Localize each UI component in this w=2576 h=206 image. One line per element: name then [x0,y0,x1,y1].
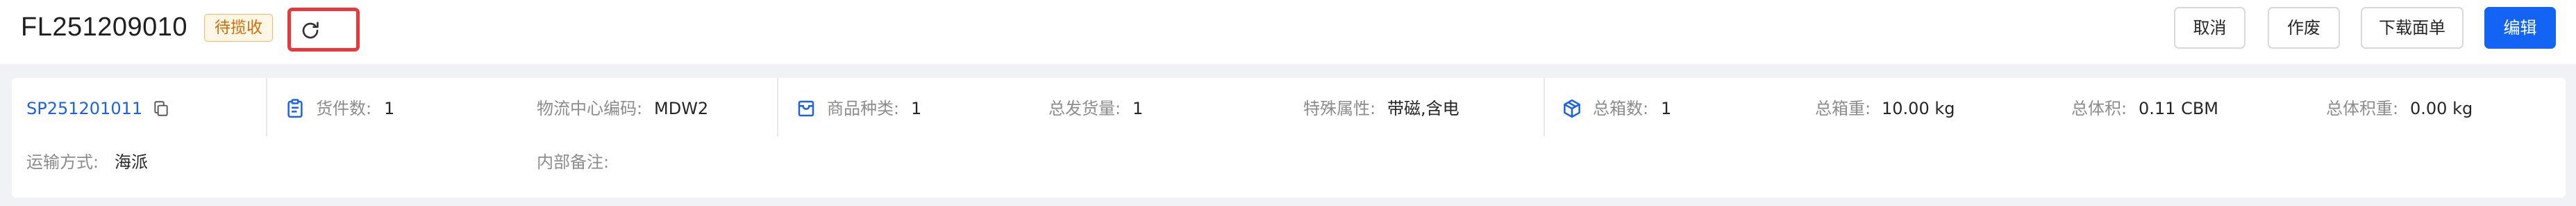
boxes-label: 总箱数: [1593,99,1649,118]
refresh-highlight-box [287,8,360,52]
download-label-button[interactable]: 下载面单 [2361,7,2464,49]
vol-weight-label: 总体积重: [2326,99,2399,118]
vol-weight-value: 0.00 kg [2410,99,2473,118]
clipboard-icon [287,99,303,118]
status-badge: 待揽收 [204,14,273,42]
sku-types-value: 1 [911,99,922,118]
total-qty-label: 总发货量: [1048,99,1121,118]
divider [1544,78,1545,136]
volume-label: 总体积: [2071,99,2127,118]
box-weight-value: 10.00 kg [1882,99,1955,118]
page-header: FL251209010 待揽收 取消 作废 下载面单 编辑 [0,0,2576,64]
box-weight-label: 总箱重: [1815,99,1871,118]
void-button[interactable]: 作废 [2268,7,2340,49]
order-number-title: FL251209010 [21,13,188,42]
center-code-value: MDW2 [654,99,709,118]
transport-value: 海派 [115,152,148,172]
transport-label: 运输方式: [26,152,99,172]
edit-button[interactable]: 编辑 [2484,7,2556,49]
sku-types-label: 商品种类: [827,99,900,118]
remark-label: 内部备注: [537,152,610,172]
special-attr-value: 带磁,含电 [1387,99,1460,118]
copy-icon[interactable] [152,100,170,118]
volume-value: 0.11 CBM [2139,99,2218,118]
total-qty-value: 1 [1132,99,1144,118]
pieces-value: 1 [384,99,395,118]
inbox-icon [798,100,814,117]
pieces-label: 货件数: [316,99,372,118]
refresh-icon[interactable] [299,19,321,42]
center-code-label: 物流中心编码: [537,99,643,118]
divider [777,78,778,136]
divider [266,78,267,136]
boxes-value: 1 [1661,99,1672,118]
tracking-number-link[interactable]: SP251201011 [26,95,142,122]
order-info-card: SP251201011 货件数: 1 物流中心编码: MDW2 商品种类: 1 … [12,78,2566,198]
cancel-button[interactable]: 取消 [2174,7,2245,49]
special-attr-label: 特殊属性: [1303,99,1376,118]
box-icon [1564,99,1580,118]
